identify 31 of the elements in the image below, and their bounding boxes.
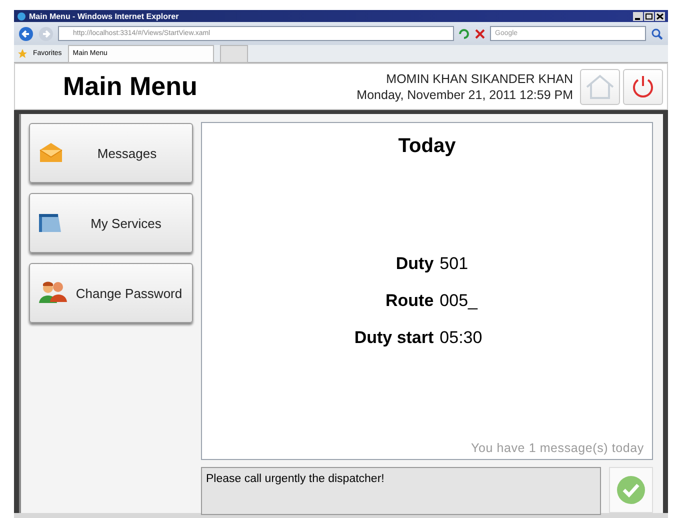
power-button[interactable] bbox=[623, 68, 663, 104]
user-name: MOMIN KHAN SIKANDER KHAN bbox=[385, 70, 573, 86]
field-label: Route bbox=[384, 291, 434, 311]
page-title: Main Menu bbox=[63, 71, 198, 102]
home-icon bbox=[585, 74, 615, 100]
menu-button[interactable]: My Services bbox=[29, 193, 193, 253]
envelope-icon bbox=[38, 142, 64, 164]
back-icon[interactable] bbox=[18, 26, 34, 42]
check-icon bbox=[615, 474, 647, 506]
window-title: Main Menu - Windows Internet Explorer bbox=[29, 12, 180, 20]
date-time: Monday, November 21, 2011 12:59 PM bbox=[356, 86, 573, 102]
message-count: You have 1 message(s) today bbox=[470, 441, 644, 455]
menu-button[interactable]: Messages bbox=[29, 123, 193, 183]
field-value: 05:30 bbox=[440, 328, 484, 348]
minimize-icon[interactable] bbox=[633, 12, 643, 20]
search-icon[interactable] bbox=[650, 28, 664, 40]
field-label: Duty bbox=[394, 254, 434, 274]
close-icon[interactable] bbox=[655, 12, 665, 20]
star-icon bbox=[18, 49, 27, 58]
stop-icon[interactable] bbox=[474, 28, 486, 40]
field-label: Duty start bbox=[354, 328, 434, 348]
message-box: Please call urgently the dispatcher! bbox=[201, 467, 601, 515]
panel-title: Today bbox=[398, 135, 456, 158]
field-value: 005_ bbox=[440, 291, 479, 311]
field-value: 501 bbox=[440, 254, 470, 274]
people-icon bbox=[38, 281, 68, 305]
maximize-icon[interactable] bbox=[644, 12, 654, 20]
menu-button[interactable]: Change Password bbox=[29, 263, 193, 323]
browser-logo-icon bbox=[17, 12, 26, 20]
refresh-icon[interactable] bbox=[458, 28, 470, 40]
folder-icon bbox=[38, 212, 62, 234]
